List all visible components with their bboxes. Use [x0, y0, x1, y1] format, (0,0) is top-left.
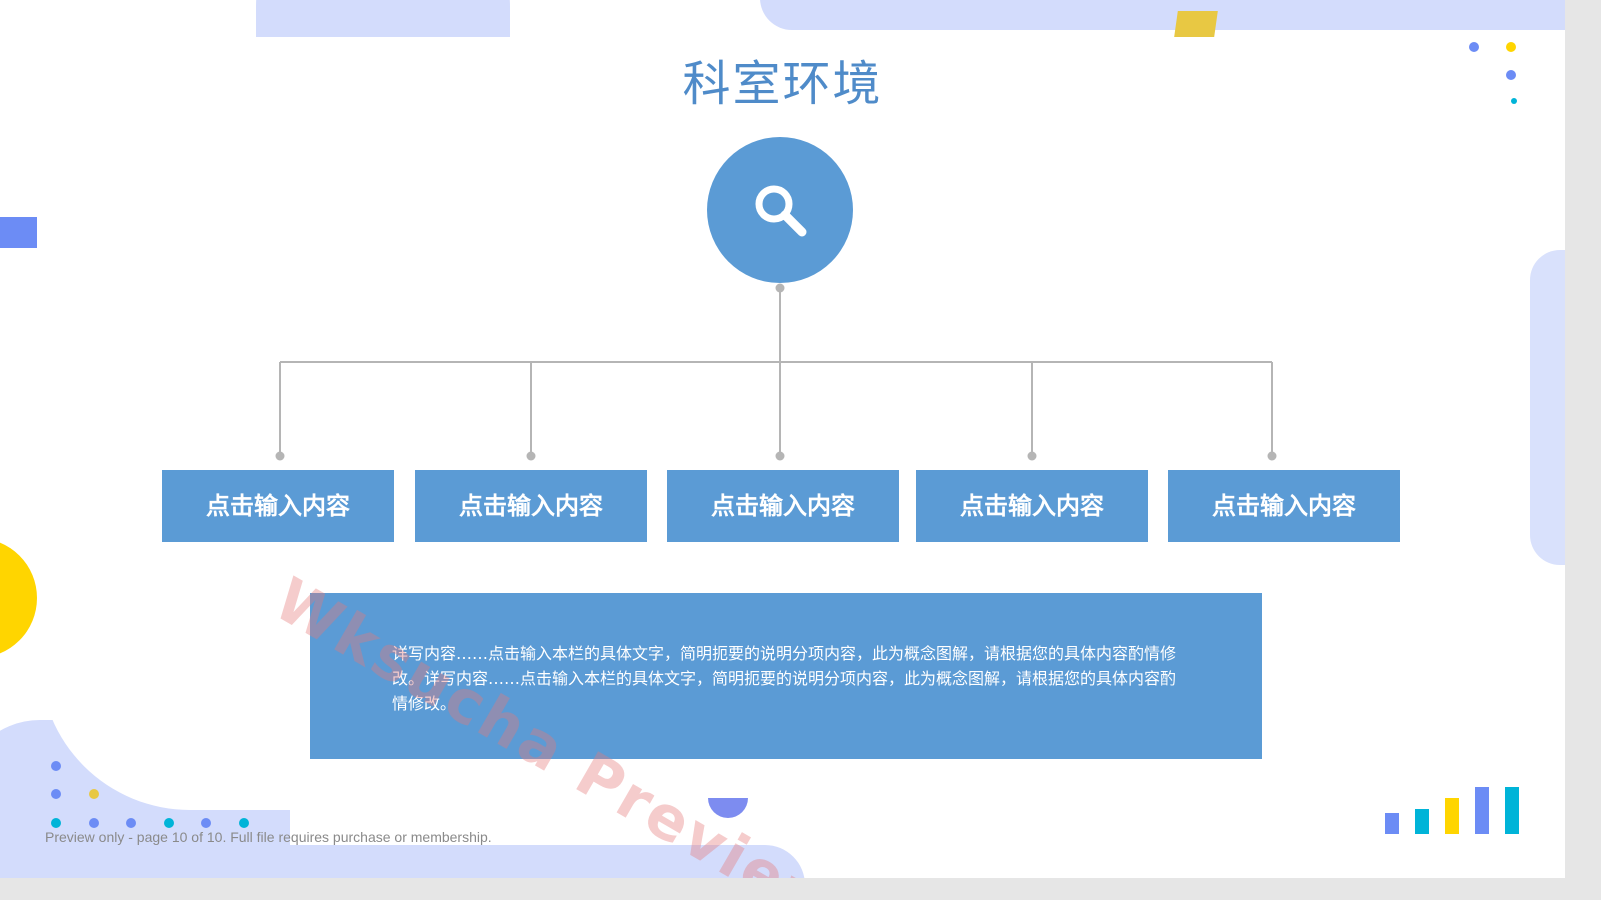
node-box-2[interactable]: 点击输入内容 — [415, 470, 647, 542]
node-box-1[interactable]: 点击输入内容 — [162, 470, 394, 542]
slide: 科室环境 点击输入内容 点击输入内容 点击输入内容 点击输入内容 点击输入内容 … — [0, 0, 1565, 878]
node-box-5[interactable]: 点击输入内容 — [1168, 470, 1400, 542]
node-box-3[interactable]: 点击输入内容 — [667, 470, 899, 542]
search-icon — [755, 185, 807, 237]
hub-circle — [707, 137, 853, 283]
footer-note: Preview only - page 10 of 10. Full file … — [45, 829, 492, 845]
node-box-4[interactable]: 点击输入内容 — [916, 470, 1148, 542]
